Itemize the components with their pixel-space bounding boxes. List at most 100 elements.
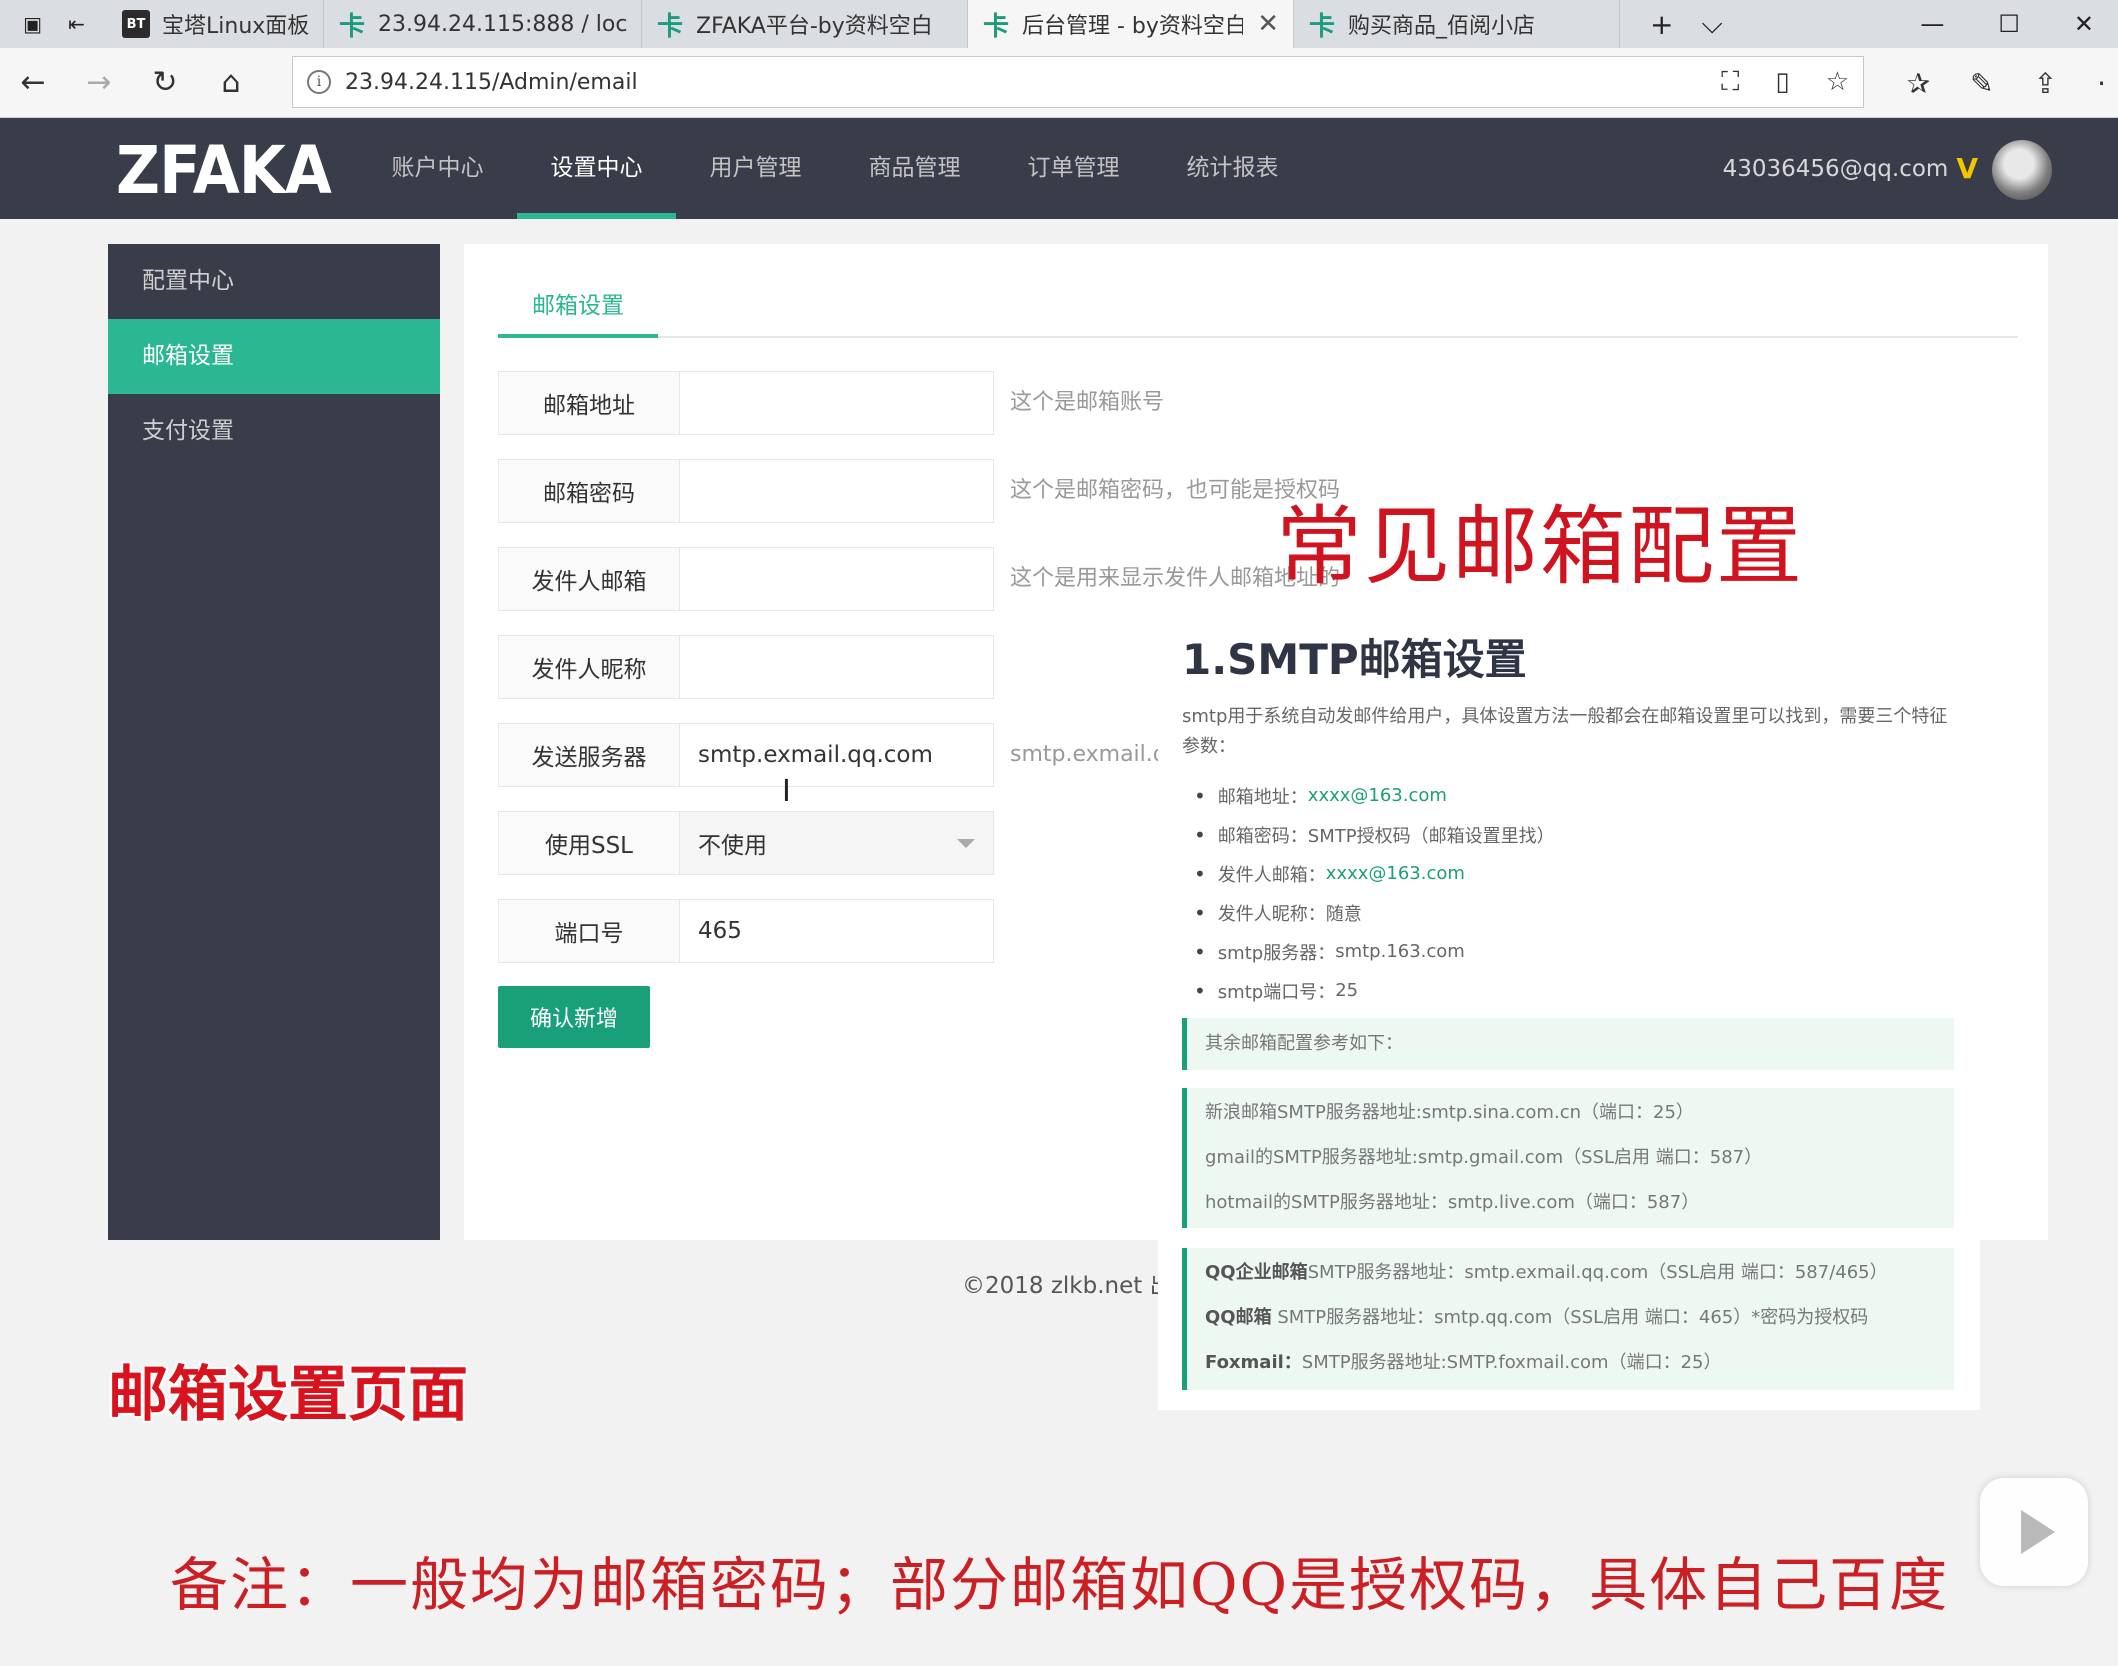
sender-email-input[interactable]	[680, 547, 994, 611]
url-text[interactable]: 23.94.24.115/Admin/email	[345, 70, 1721, 95]
menu-order-management[interactable]: 订单管理	[994, 118, 1153, 219]
form-row-use-ssl: 使用SSL 不使用	[498, 811, 994, 875]
tab-bt-panel[interactable]: BT 宝塔Linux面板	[108, 0, 324, 48]
tab-shop[interactable]: 卡 购买商品_佰阅小店	[1294, 0, 1620, 48]
window-close-icon[interactable]: ✕	[2074, 10, 2094, 38]
email-address-input[interactable]	[680, 371, 994, 435]
port-input[interactable]: 465	[680, 899, 994, 963]
video-play-button[interactable]	[1980, 1478, 2088, 1586]
set-aside-tabs-icon[interactable]: ⇤	[68, 12, 85, 36]
tab-actions: ▣ ⇤	[0, 0, 108, 48]
smtp-param-list: 邮箱地址：xxxx@163.com 邮箱密码：SMTP授权码（邮箱设置里找） 发…	[1194, 776, 1555, 1010]
email-password-input[interactable]	[680, 459, 994, 523]
form-row-sender-nickname: 发件人昵称	[498, 635, 994, 699]
sidebar-item-email-settings[interactable]: 邮箱设置	[108, 319, 440, 394]
quote-title-block: 其余邮箱配置参考如下：	[1182, 1018, 1954, 1070]
tab-bar-controls: + ⌵ — ☐ ✕	[1620, 0, 2118, 48]
forward-icon[interactable]: →	[66, 65, 132, 100]
quote-line: 其余邮箱配置参考如下：	[1205, 1033, 1403, 1054]
overlay-page-label: 邮箱设置页面	[108, 1360, 468, 1430]
form-row-email-address: 邮箱地址	[498, 371, 994, 435]
zfaka-favicon-icon: 卡	[656, 11, 683, 42]
tab-zfaka-platform[interactable]: 卡 ZFAKA平台-by资料空白	[642, 0, 968, 48]
close-tab-icon[interactable]: ✕	[1257, 9, 1279, 39]
tab-list-chevron-icon[interactable]: ⌵	[1701, 7, 1722, 41]
browser-tab-bar: ▣ ⇤ BT 宝塔Linux面板 卡 23.94.24.115:888 / lo…	[0, 0, 2118, 48]
menu-account-center[interactable]: 账户中心	[358, 118, 517, 219]
quote-line: 新浪邮箱SMTP服务器地址:smtp.sina.com.cn（端口：25）	[1205, 1102, 1694, 1123]
sidebar-item-payment-settings[interactable]: 支付设置	[108, 394, 440, 469]
field-label: 使用SSL	[498, 811, 680, 875]
field-label: 端口号	[498, 899, 680, 963]
sidebar: 配置中心 邮箱设置 支付设置	[108, 244, 440, 1240]
quote-line: gmail的SMTP服务器地址:smtp.gmail.com（SSL启用 端口：…	[1205, 1147, 1763, 1168]
vip-caret-icon[interactable]: V	[1956, 152, 1978, 185]
form-row-email-password: 邮箱密码	[498, 459, 994, 523]
field-label: 发送服务器	[498, 723, 680, 787]
field-label: 邮箱密码	[498, 459, 680, 523]
favorites-list-icon[interactable]: ✰	[1907, 67, 1930, 100]
reading-view-icon[interactable]: ▯	[1775, 67, 1789, 98]
minimize-icon[interactable]: —	[1920, 10, 1944, 38]
tab-admin[interactable]: 卡 后台管理 - by资料空白 ✕	[968, 0, 1294, 48]
bt-favicon-icon: BT	[122, 10, 150, 38]
zfaka-favicon-icon: 卡	[1308, 11, 1335, 42]
field-label: 发件人邮箱	[498, 547, 680, 611]
page-footer: ©2018 zlkb.net 出	[962, 1273, 1173, 1299]
smtp-heading: 1.SMTP邮箱设置	[1182, 635, 1527, 684]
menu-user-management[interactable]: 用户管理	[676, 118, 835, 219]
menu-product-management[interactable]: 商品管理	[835, 118, 994, 219]
quote-block-2: QQ企业邮箱SMTP服务器地址：smtp.exmail.qq.com（SSL启用…	[1182, 1248, 1954, 1390]
avatar[interactable]	[1992, 140, 2052, 200]
list-item: smtp服务器：smtp.163.com	[1194, 932, 1555, 971]
browser-nav-bar: ← → ↻ ⌂ i 23.94.24.115/Admin/email ⛶ ▯ ☆…	[0, 48, 2118, 118]
smtp-server-input[interactable]: smtp.exmail.qq.com	[680, 723, 994, 787]
notes-pen-icon[interactable]: ✎	[1970, 67, 1993, 100]
zfaka-favicon-icon: 卡	[982, 11, 1009, 42]
quote-line: Foxmail：SMTP服务器地址:SMTP.foxmail.com（端口：25…	[1205, 1352, 1722, 1373]
field-label: 发件人昵称	[498, 635, 680, 699]
dropdown-arrow-icon	[957, 838, 975, 848]
field-label: 邮箱地址	[498, 371, 680, 435]
home-icon[interactable]: ⌂	[198, 65, 264, 100]
overlay-note: 备注：一般均为邮箱密码；部分邮箱如QQ是授权码，具体自己百度	[170, 1551, 1950, 1619]
more-icon[interactable]: ·	[2097, 67, 2106, 100]
tab-preview-icon[interactable]: ▣	[23, 12, 42, 36]
tab-email-settings[interactable]: 邮箱设置	[498, 280, 658, 338]
maximize-icon[interactable]: ☐	[1998, 10, 2020, 38]
sender-nickname-input[interactable]	[680, 635, 994, 699]
overlay-red-title: 常见邮箱配置	[1276, 497, 1804, 597]
form-row-port: 端口号 465	[498, 899, 994, 963]
back-icon[interactable]: ←	[0, 65, 66, 100]
field-hint: 这个是邮箱账号	[1010, 390, 1165, 415]
list-item: 邮箱地址：xxxx@163.com	[1194, 776, 1555, 815]
favorite-star-icon[interactable]: ☆	[1826, 67, 1849, 98]
user-menu[interactable]: 43036456@qq.com V	[1723, 118, 1978, 219]
field-hint: smtp.exmail.q	[1010, 742, 1167, 767]
form-row-sender-email: 发件人邮箱	[498, 547, 994, 611]
smtp-intro: smtp用于系统自动发邮件给用户，具体设置方法一般都会在邮箱设置里可以找到，需要…	[1182, 706, 1948, 757]
tab-localhost[interactable]: 卡 23.94.24.115:888 / localhos	[324, 0, 642, 48]
tab-divider	[498, 336, 2018, 338]
zfaka-logo[interactable]: ZFAKA	[116, 132, 332, 209]
smtp-reference-card: 1.SMTP邮箱设置 smtp用于系统自动发邮件给用户，具体设置方法一般都会在邮…	[1158, 598, 1980, 1410]
play-icon	[2021, 1510, 2055, 1554]
ssl-selected-value: 不使用	[698, 833, 767, 859]
list-item: smtp端口号：25	[1194, 971, 1555, 1010]
address-bar[interactable]: i 23.94.24.115/Admin/email ⛶ ▯ ☆	[292, 56, 1864, 108]
extension-icon[interactable]: ⛶	[1721, 67, 1739, 98]
new-tab-button[interactable]: +	[1650, 8, 1673, 41]
confirm-add-button[interactable]: 确认新增	[498, 986, 650, 1048]
menu-settings-center[interactable]: 设置中心	[517, 118, 676, 219]
ssl-select[interactable]: 不使用	[680, 811, 994, 875]
user-email[interactable]: 43036456@qq.com	[1723, 156, 1949, 182]
list-item: 邮箱密码：SMTP授权码（邮箱设置里找）	[1194, 815, 1555, 854]
menu-statistics[interactable]: 统计报表	[1153, 118, 1312, 219]
refresh-icon[interactable]: ↻	[132, 65, 198, 100]
share-icon[interactable]: ⇪	[2034, 67, 2057, 100]
sidebar-item-config-center[interactable]: 配置中心	[108, 244, 440, 319]
site-info-icon[interactable]: i	[307, 70, 331, 94]
quote-line: QQ邮箱 SMTP服务器地址：smtp.qq.com（SSL启用 端口：465）…	[1205, 1307, 1869, 1328]
zfaka-favicon-icon: 卡	[338, 11, 365, 42]
quote-block-1: 新浪邮箱SMTP服务器地址:smtp.sina.com.cn（端口：25） gm…	[1182, 1088, 1954, 1228]
